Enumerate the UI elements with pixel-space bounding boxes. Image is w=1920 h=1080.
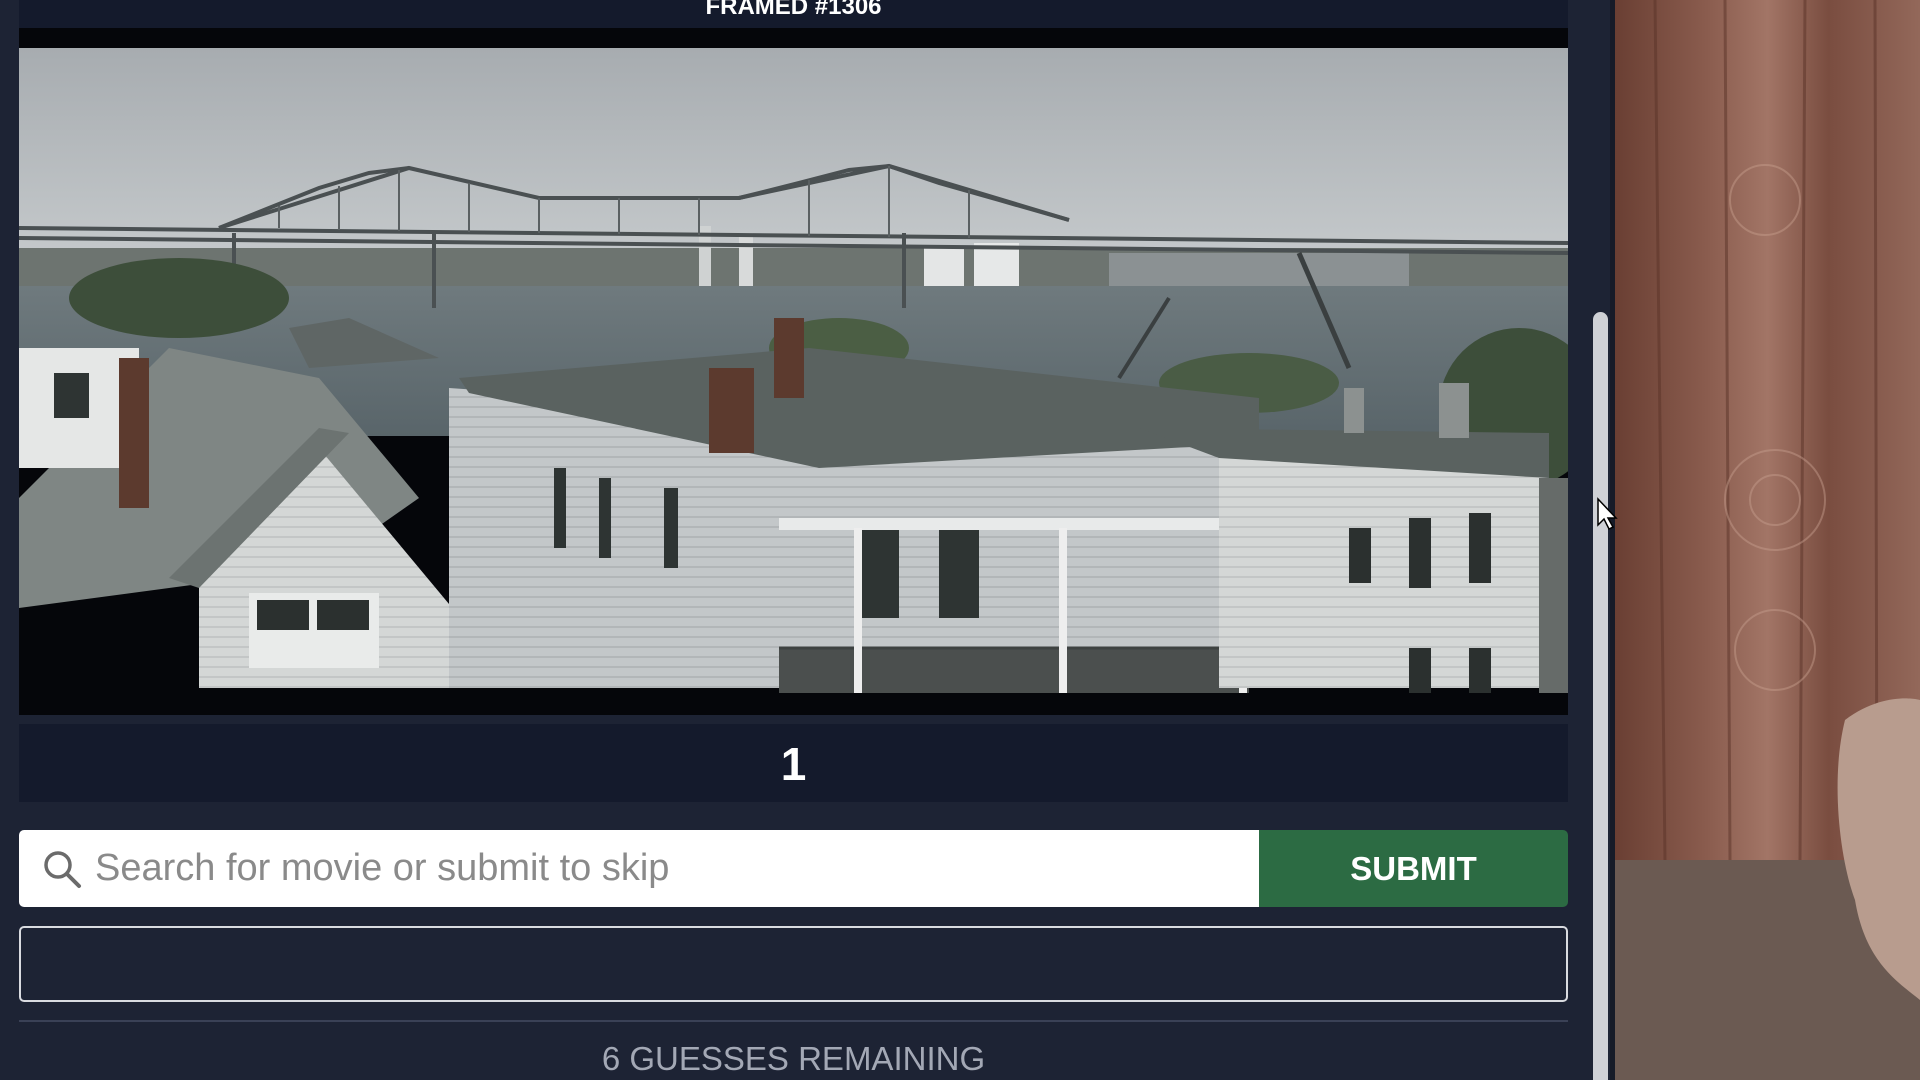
search-box[interactable] [19,830,1259,907]
frame-number: 1 [19,724,1568,802]
mouse-pointer-icon [1597,497,1618,531]
guesses-remaining: 6 GUESSES REMAINING [601,1040,986,1077]
divider [19,1020,1568,1022]
movie-search-input[interactable] [95,830,1245,907]
guess-slot-empty [19,926,1568,1002]
page-title: FRAMED #1306 [19,0,1568,28]
scrollbar-thumb[interactable] [1593,312,1608,1080]
webcam-background [1615,0,1920,1080]
guess-form: SUBMIT [19,830,1568,907]
curtain-image [1615,0,1920,1080]
submit-button[interactable]: SUBMIT [1259,830,1568,907]
search-icon [44,851,81,888]
movie-frame [19,28,1568,715]
game-panel: FRAMED #1306 1 Search for movie or submi… [0,0,1590,1080]
movie-still-image [19,48,1568,693]
